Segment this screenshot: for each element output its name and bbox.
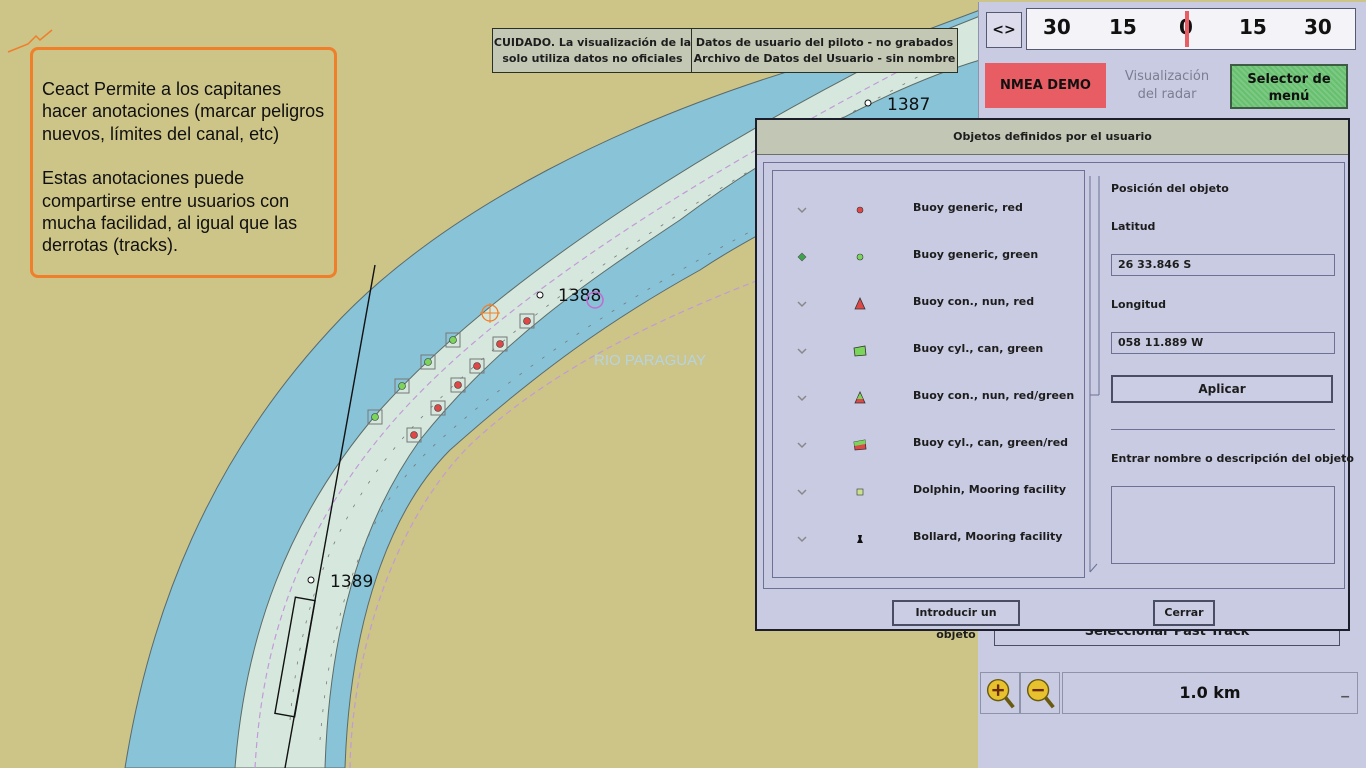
object-label: Buoy con., nun, red [913,295,1035,308]
chevron-down-icon [797,489,807,496]
range-value: 1.0 km [1179,683,1241,702]
scale-tick-left-15: 15 [1109,15,1137,39]
object-list[interactable]: Buoy generic, red Buoy generic, green Bu… [772,170,1085,578]
zoom-out-icon [1026,678,1055,709]
radar-label-line-2: del radar [1137,87,1197,102]
nmea-demo-button[interactable]: NMEA DEMO [985,63,1106,108]
list-item[interactable]: Buoy con., nun, red [773,285,1084,332]
object-label: Bollard, Mooring facility [913,530,1063,543]
chevron-down-icon [797,301,807,308]
km-marker-1387: 1387 [887,95,930,115]
apply-button[interactable]: Aplicar [1111,375,1333,403]
radar-label-line-1: Visualización [1124,69,1210,84]
close-button[interactable]: Cerrar [1153,600,1215,626]
list-item[interactable]: Buoy cyl., can, green [773,332,1084,379]
dropdown-icon: ▁ [1341,687,1349,698]
latitude-field[interactable]: 26 33.846 S [1111,254,1335,276]
list-item[interactable]: Bollard, Mooring facility [773,520,1084,567]
object-label: Buoy generic, red [913,201,1023,214]
rate-of-turn-scale: 30 15 0 15 30 [1026,8,1356,50]
pilot-line-2: Archivo de Datos del Usuario - sin nombr… [693,52,956,65]
divider [1111,429,1335,430]
annotation-callout: Ceact Permite a los capitanes hacer anot… [30,47,337,278]
pilot-data-warning: Datos de usuario del piloto - no grabado… [691,28,958,73]
menu-selector-button[interactable]: Selector de menú [1230,64,1348,109]
menu-label-line-2: menú [1268,89,1310,104]
dialog-title: Objetos definidos por el usuario [757,120,1348,155]
buoy-cylindrical-greenred-icon [853,439,867,451]
object-label: Buoy generic, green [913,248,1039,261]
description-label: Entrar nombre o descripción del objeto [1111,452,1354,465]
chevron-down-icon [797,536,807,543]
swap-sides-button[interactable]: <> [986,12,1022,48]
buoy-cylindrical-green-icon [853,345,867,357]
zoom-out-button[interactable] [1020,672,1060,714]
object-label: Buoy cyl., can, green/red [913,436,1069,449]
radar-view-button[interactable]: Visualización del radar [1110,68,1224,104]
zoom-in-icon [986,678,1015,709]
list-item[interactable]: Buoy con., nun, red/green [773,379,1084,426]
list-item[interactable]: Buoy generic, green [773,238,1084,285]
buoy-generic-green-icon [856,253,864,261]
river-name-label: RIO PARAGUAY [594,352,706,369]
km-marker-1389: 1389 [330,572,373,592]
chevron-down-icon [797,252,807,262]
list-item[interactable]: Buoy generic, red [773,191,1084,238]
scale-tick-right-30: 30 [1304,15,1332,39]
chevron-down-icon [797,348,807,355]
caution-line-1: CUIDADO. La visualización de la [493,36,692,49]
longitude-label: Longitud [1111,298,1167,311]
list-item[interactable]: Dolphin, Mooring facility [773,473,1084,520]
position-label: Posición del objeto [1111,182,1229,195]
chevron-down-icon [797,207,807,214]
object-label: Buoy cyl., can, green [913,342,1044,355]
scale-tick-left-30: 30 [1043,15,1071,39]
buoy-conical-red-icon [854,297,866,310]
dolphin-icon [856,488,864,496]
scale-indicator [1185,11,1189,47]
insert-object-button[interactable]: Introducir un objeto [892,600,1020,641]
user-objects-dialog: Objetos definidos por el usuario Buoy ge… [755,118,1354,641]
caution-line-2: solo utiliza datos no oficiales [502,52,683,65]
object-label: Dolphin, Mooring facility [913,483,1067,496]
buoy-generic-red-icon [856,206,864,214]
callout-paragraph-1: Ceact Permite a los capitanes hacer anot… [42,79,325,144]
bollard-icon [857,535,863,543]
pilot-line-1: Datos de usuario del piloto - no grabado… [695,36,954,49]
latitude-label: Latitud [1111,220,1156,233]
zoom-in-button[interactable] [980,672,1020,714]
menu-label-line-1: Selector de [1247,72,1331,87]
range-selector[interactable]: 1.0 km ▁ [1062,672,1358,714]
buoy-conical-redgreen-icon [854,391,866,404]
chevron-down-icon [797,395,807,402]
callout-paragraph-2: Estas anotaciones puede compartirse entr… [42,168,298,256]
list-item[interactable]: Buoy cyl., can, green/red [773,426,1084,473]
scale-tick-right-15: 15 [1239,15,1267,39]
km-marker-1388: 1388 [558,286,601,306]
list-scrollbar[interactable] [1087,170,1101,578]
chevron-down-icon [797,442,807,449]
caution-warning: CUIDADO. La visualización de la solo uti… [492,28,693,73]
description-field[interactable] [1111,486,1335,564]
longitude-field[interactable]: 058 11.889 W [1111,332,1335,354]
object-label: Buoy con., nun, red/green [913,389,1075,402]
